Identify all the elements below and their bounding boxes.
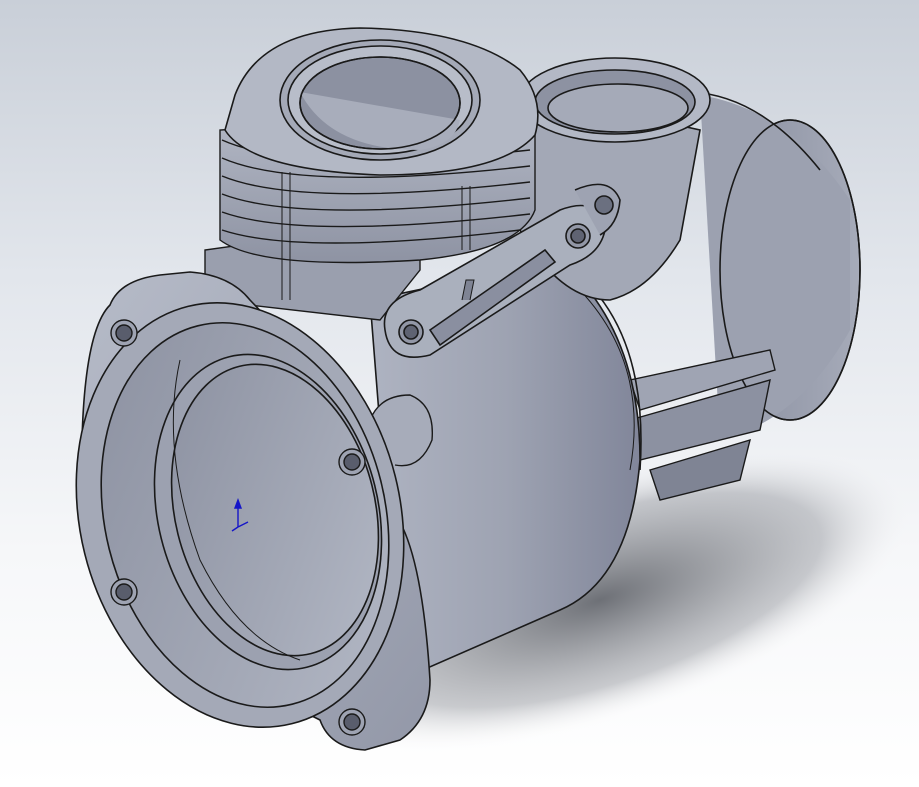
cylinder-head[interactable] <box>224 27 539 176</box>
graphics-viewport[interactable] <box>0 0 919 787</box>
engine-crankcase-model[interactable] <box>0 0 919 787</box>
